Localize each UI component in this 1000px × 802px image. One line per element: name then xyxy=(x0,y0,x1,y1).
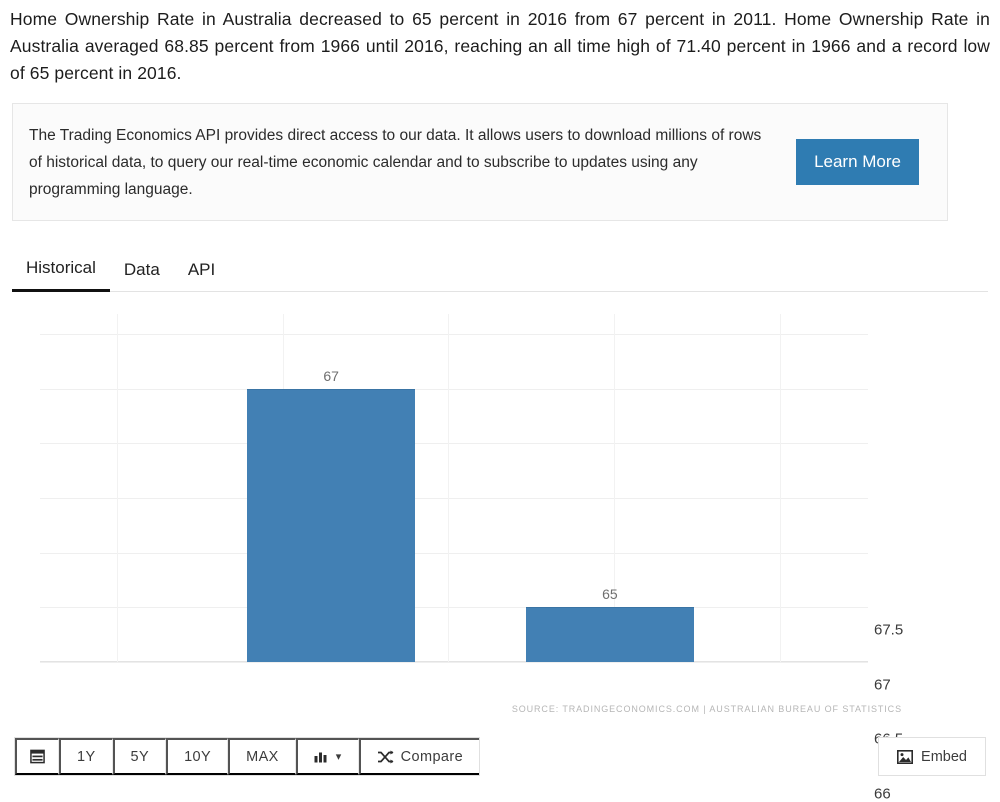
y-axis-tick-label: 66 xyxy=(874,785,891,802)
gridline-horizontal xyxy=(40,443,868,445)
chart-type-dropdown[interactable]: ▾ xyxy=(295,738,359,775)
bar-chart-icon xyxy=(314,750,329,763)
range-max-button[interactable]: MAX xyxy=(228,738,296,775)
range-1y-button[interactable]: 1Y xyxy=(59,738,113,775)
api-promo-text: The Trading Economics API provides direc… xyxy=(29,126,762,198)
page-root: Home Ownership Rate in Australia decreas… xyxy=(0,0,1000,802)
tab-data[interactable]: Data xyxy=(110,260,174,291)
tab-historical[interactable]: Historical xyxy=(12,258,110,292)
image-icon xyxy=(897,749,914,764)
gridline-vertical xyxy=(448,314,450,662)
chart-toolbar: 1Y 5Y 10Y MAX ▾ Compare xyxy=(14,737,481,776)
embed-button[interactable]: Embed xyxy=(878,737,986,776)
embed-label: Embed xyxy=(921,748,967,765)
chart-source-attribution: SOURCE: TRADINGECONOMICS.COM | AUSTRALIA… xyxy=(511,704,902,714)
chevron-down-icon: ▾ xyxy=(335,751,342,763)
gridline-horizontal xyxy=(40,552,868,554)
gridline-horizontal xyxy=(40,334,868,335)
gridline-vertical xyxy=(779,314,781,662)
y-axis-tick-label: 67 xyxy=(874,676,891,694)
compare-label: Compare xyxy=(400,748,464,765)
gridline-vertical xyxy=(117,314,119,662)
shuffle-icon xyxy=(377,750,394,764)
chart-bar[interactable] xyxy=(525,607,695,662)
chart-panel[interactable]: 6765 67.56766.56665.56564.5 200720102013… xyxy=(0,296,1000,802)
summary-paragraph: Home Ownership Rate in Australia decreas… xyxy=(10,9,990,83)
api-promo-box: The Trading Economics API provides direc… xyxy=(12,103,948,221)
gridline-horizontal xyxy=(40,607,868,609)
y-axis-tick-label: 67.5 xyxy=(874,621,904,639)
range-10y-button[interactable]: 10Y xyxy=(166,738,229,775)
learn-more-button[interactable]: Learn More xyxy=(796,139,919,185)
range-5y-button[interactable]: 5Y xyxy=(112,738,167,775)
compare-button[interactable]: Compare xyxy=(358,738,480,775)
gridline-horizontal xyxy=(40,388,868,390)
chart-bar[interactable] xyxy=(247,388,416,662)
gridline-horizontal xyxy=(40,662,868,663)
chart-tabs: Historical Data API xyxy=(12,246,988,292)
calendar-icon xyxy=(30,749,45,764)
bar-value-label: 65 xyxy=(602,586,618,603)
bar-value-label: 67 xyxy=(323,367,339,384)
calendar-range-button[interactable] xyxy=(15,738,59,775)
gridline-horizontal xyxy=(40,498,868,499)
tab-api[interactable]: API xyxy=(174,260,229,291)
plot-area[interactable]: 67 65 xyxy=(40,314,868,663)
